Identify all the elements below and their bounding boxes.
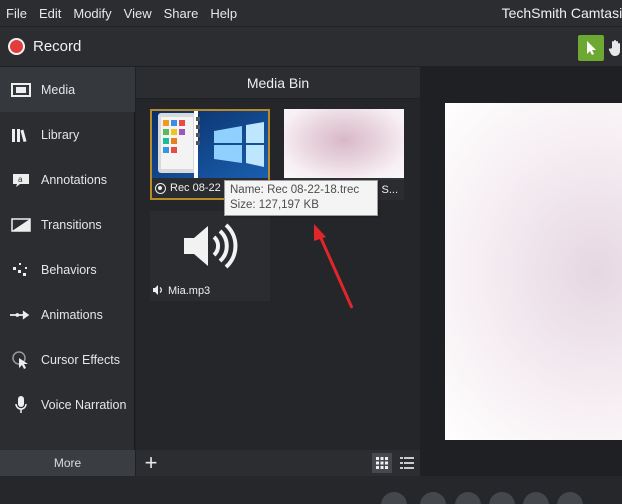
select-tool-button[interactable]: [578, 35, 604, 61]
playback-button[interactable]: [489, 492, 515, 504]
sidebar: Media Library a Annotations Transitions …: [0, 67, 135, 450]
menu-bar: File Edit Modify View Share Help TechSmi…: [0, 0, 622, 26]
menu-view[interactable]: View: [118, 6, 158, 21]
svg-text:a: a: [18, 175, 23, 184]
menu-share[interactable]: Share: [158, 6, 205, 21]
media-bin-footer: +: [136, 450, 420, 476]
more-button[interactable]: More: [0, 450, 135, 476]
transition-icon: [10, 214, 32, 236]
recording-thumbnail: [152, 111, 268, 179]
list-icon: [400, 457, 414, 469]
menu-edit[interactable]: Edit: [33, 6, 67, 21]
toolbar: Record: [0, 26, 622, 66]
preview-canvas[interactable]: [445, 103, 622, 440]
sidebar-item-label: Animations: [41, 307, 103, 322]
pan-tool-button[interactable]: [606, 35, 622, 61]
sidebar-item-label: Library: [41, 127, 80, 142]
behaviors-icon: [10, 259, 32, 281]
media-item-name-prefix: S: [381, 184, 389, 196]
playback-bar: [0, 476, 622, 504]
sidebar-item-label: Transitions: [41, 217, 102, 232]
speaker-small-icon: [153, 284, 164, 298]
media-item-name-partial: ...: [388, 184, 398, 196]
sidebar-item-transitions[interactable]: Transitions: [0, 202, 135, 247]
sidebar-item-label: Cursor Effects: [41, 352, 120, 367]
menu-file[interactable]: File: [0, 6, 33, 21]
grid-view-button[interactable]: [372, 453, 392, 473]
sidebar-item-label: Behaviors: [41, 262, 97, 277]
cursor-effects-icon: [10, 349, 32, 371]
tooltip-size: Size: 127,197 KB: [230, 199, 319, 211]
animation-icon: [10, 304, 32, 326]
grid-icon: [376, 457, 388, 469]
record-button[interactable]: Record: [8, 38, 81, 55]
audio-thumbnail: [150, 211, 270, 281]
sidebar-item-animations[interactable]: Animations: [0, 292, 135, 337]
record-label: Record: [33, 38, 82, 55]
media-item-name: Mia.mp3: [168, 285, 211, 297]
image-thumbnail: [284, 109, 404, 178]
hand-icon: [608, 40, 620, 56]
film-strip-icon: [10, 79, 32, 101]
media-bin-title: Media Bin: [136, 67, 420, 99]
playback-button[interactable]: [381, 492, 407, 504]
sidebar-item-cursor-effects[interactable]: Cursor Effects: [0, 337, 135, 382]
sidebar-item-library[interactable]: Library: [0, 112, 135, 157]
app-title: TechSmith Camtasia: [501, 5, 622, 21]
media-item-audio[interactable]: Mia.mp3: [150, 211, 270, 301]
playback-button[interactable]: [523, 492, 549, 504]
playback-button[interactable]: [557, 492, 583, 504]
sidebar-item-behaviors[interactable]: Behaviors: [0, 247, 135, 292]
playback-button[interactable]: [420, 492, 446, 504]
media-item-name: Rec 08-22: [170, 182, 221, 194]
sidebar-item-annotations[interactable]: a Annotations: [0, 157, 135, 202]
annotation-icon: a: [10, 169, 32, 191]
sidebar-item-label: Media: [41, 82, 76, 97]
library-icon: [10, 124, 32, 146]
media-item-caption: Mia.mp3: [150, 281, 270, 301]
media-tooltip: Name: Rec 08-22-18.trec Size: 127,197 KB: [224, 180, 378, 216]
menu-modify[interactable]: Modify: [67, 6, 117, 21]
list-view-button[interactable]: [397, 453, 417, 473]
add-media-button[interactable]: +: [140, 452, 162, 474]
media-bin: Rec 08-22 S ... Mia.mp3: [136, 99, 420, 450]
menu-help[interactable]: Help: [204, 6, 243, 21]
sidebar-item-media[interactable]: Media: [0, 67, 135, 112]
tooltip-name: Name: Rec 08-22-18.trec: [230, 184, 360, 196]
playback-button[interactable]: [455, 492, 481, 504]
record-icon: [8, 38, 25, 55]
sidebar-item-label: Annotations: [41, 172, 108, 187]
sidebar-item-label: Voice Narration: [41, 397, 127, 412]
microphone-icon: [10, 394, 32, 416]
speaker-icon: [184, 223, 238, 269]
record-icon: [155, 182, 166, 194]
sidebar-item-voice-narration[interactable]: Voice Narration: [0, 382, 135, 427]
pointer-icon: [587, 41, 596, 55]
